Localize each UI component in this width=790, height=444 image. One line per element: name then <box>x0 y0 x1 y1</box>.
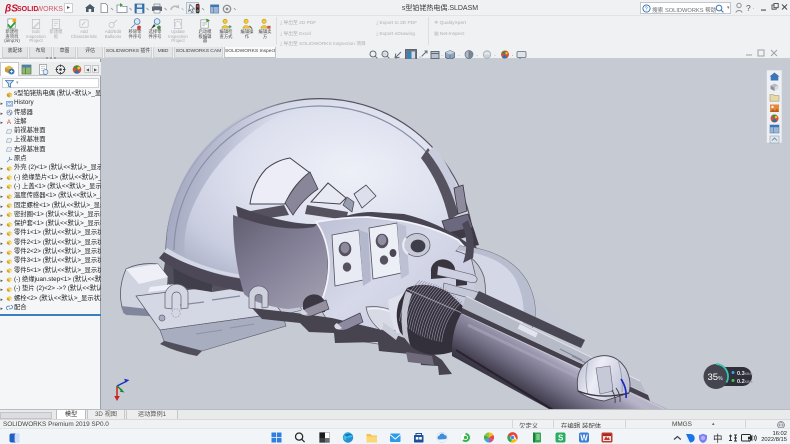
svg-text:W: W <box>580 434 588 443</box>
svg-text:SOLID: SOLID <box>17 6 38 13</box>
svg-text:·: · <box>753 6 755 12</box>
svg-text:S: S <box>558 434 564 443</box>
svg-text:WORKS: WORKS <box>37 6 64 13</box>
svg-text:A: A <box>7 120 12 126</box>
svg-text:?: ? <box>746 3 751 13</box>
svg-text:?: ? <box>645 6 648 12</box>
svg-text:中: 中 <box>713 433 723 444</box>
